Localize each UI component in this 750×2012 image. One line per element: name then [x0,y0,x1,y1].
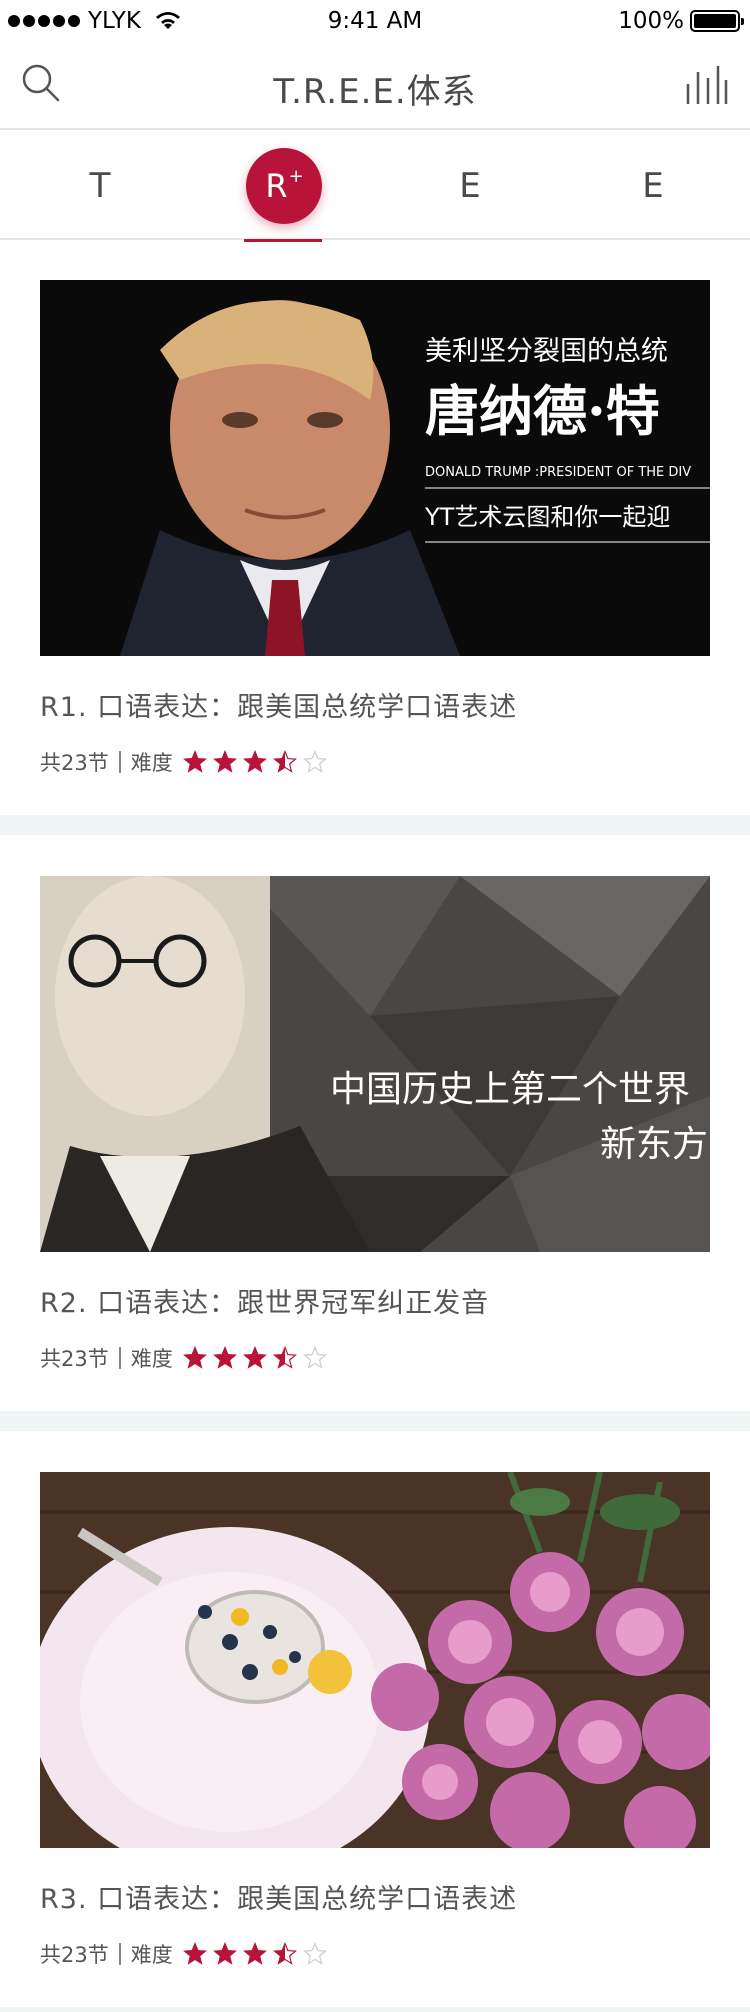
course-image[interactable]: 美利坚分裂国的总统 唐纳德·特 DONALD TRUMP :PRESIDENT … [40,280,710,656]
star-icon [272,750,297,773]
tab-label: E [459,166,481,206]
star-icon [212,1346,237,1369]
star-icon [302,1346,327,1369]
meta-separator [118,1347,121,1369]
meta-separator [118,751,121,773]
tab-bar: T R + E E [0,132,750,242]
food-flowers-image [40,1472,710,1848]
course-title[interactable]: R3. 口语表达：跟美国总统学口语表述 [40,1877,517,1916]
status-right: 100% [618,8,744,34]
star-icon [182,1346,207,1369]
image-subtitle: DONALD TRUMP :PRESIDENT OF THE DIV [425,465,691,480]
star-icon [302,1942,327,1965]
tab-underline [244,239,322,242]
tab-e-1[interactable]: E [410,132,530,240]
difficulty-label: 难度 [130,1347,173,1371]
difficulty-label: 难度 [130,1943,173,1967]
portrait-image: 中国历史上第二个世界 新东方 [40,876,710,1252]
image-headline: 美利坚分裂国的总统 [425,336,668,367]
course-title[interactable]: R1. 口语表达：跟美国总统学口语表述 [40,685,517,724]
rating-stars [182,1346,327,1370]
section-divider [0,2007,750,2012]
bar-chart-icon[interactable] [684,64,728,104]
lesson-count: 共23节 [40,751,109,775]
star-icon [182,750,207,773]
image-caption: 新东方 [600,1124,708,1165]
course-title[interactable]: R2. 口语表达：跟世界冠军纠正发音 [40,1281,489,1320]
tab-label: R [265,167,288,205]
portrait-image: 美利坚分裂国的总统 唐纳德·特 DONALD TRUMP :PRESIDENT … [40,280,710,656]
image-name: 唐纳德·特 [425,379,660,443]
tab-active-circle: R + [246,148,322,224]
star-icon [242,1942,267,1965]
tab-label: T [89,166,111,206]
star-icon [272,1346,297,1369]
page-title: T.R.E.E.体系 [273,72,477,112]
section-divider [0,1411,750,1431]
star-icon [302,750,327,773]
course-meta: 共23节 难度 [40,1939,327,1969]
course-meta: 共23节 难度 [40,747,327,777]
battery-percent: 100% [618,8,684,34]
star-icon [242,1346,267,1369]
rating-stars [182,750,327,774]
nav-bar: T.R.E.E.体系 [0,44,750,130]
star-icon [182,1942,207,1965]
tab-sup: + [288,165,304,187]
lesson-count: 共23节 [40,1347,109,1371]
course-image[interactable] [40,1472,710,1848]
course-image[interactable]: 中国历史上第二个世界 新东方 [40,876,710,1252]
tab-t[interactable]: T [40,132,160,240]
status-bar: YLYK 9:41 AM 100% [0,0,750,44]
course-meta: 共23节 难度 [40,1343,327,1373]
battery-icon [690,10,744,32]
image-caption: YT艺术云图和你一起迎 [424,503,670,531]
meta-separator [118,1943,121,1965]
star-icon [272,1942,297,1965]
tab-label: E [642,166,664,206]
tab-r-active[interactable]: R + [224,132,344,242]
star-icon [212,1942,237,1965]
section-divider [0,815,750,835]
star-icon [242,750,267,773]
image-headline: 中国历史上第二个世界 [330,1069,690,1110]
lesson-count: 共23节 [40,1943,109,1967]
star-icon [212,750,237,773]
rating-stars [182,1942,327,1966]
difficulty-label: 难度 [130,751,173,775]
tab-e-2[interactable]: E [593,132,713,240]
